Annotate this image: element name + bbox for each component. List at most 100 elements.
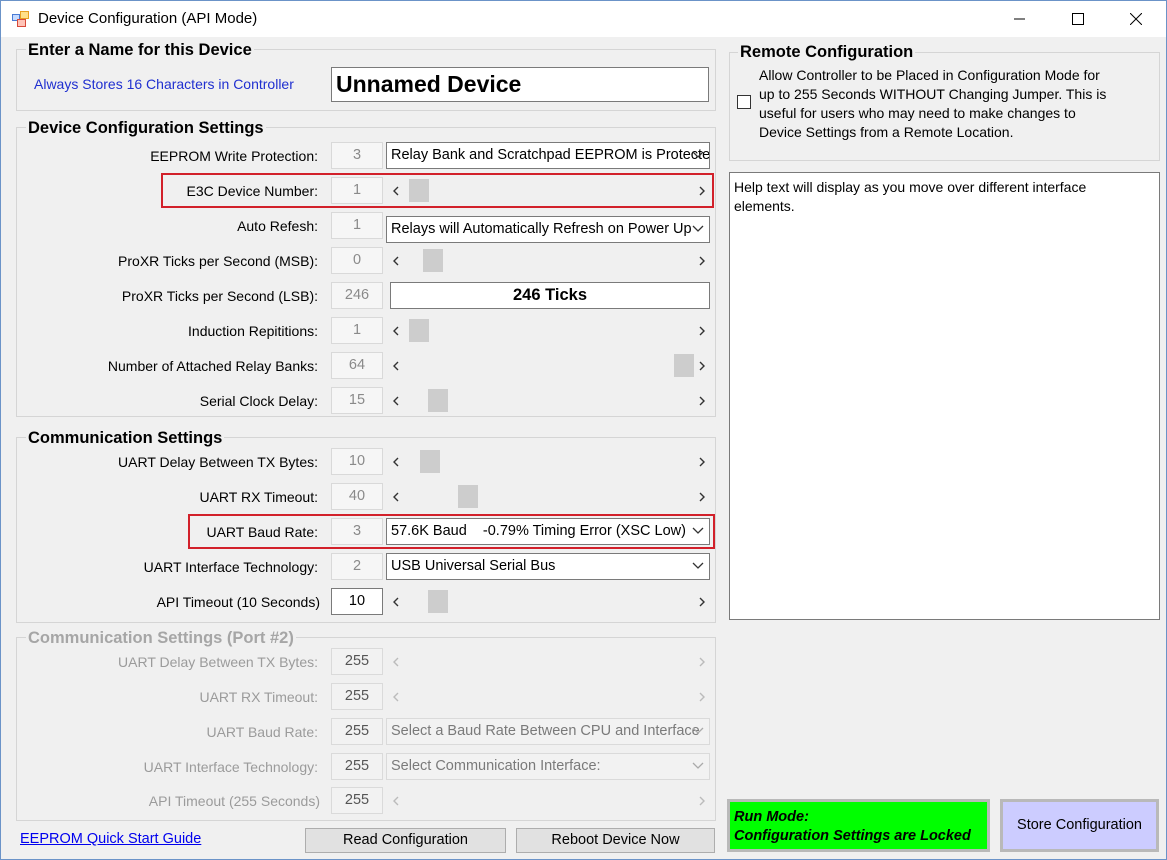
auto-refresh-value[interactable]: 1: [331, 212, 383, 239]
app-window-icon: [12, 11, 30, 27]
induction-repetitions-value[interactable]: 1: [331, 317, 383, 344]
chevron-right-icon: [694, 648, 710, 675]
chevron-right-icon[interactable]: [694, 588, 710, 615]
chevron-right-icon[interactable]: [694, 352, 710, 379]
store-configuration-button[interactable]: Store Configuration: [1000, 799, 1159, 852]
read-configuration-button[interactable]: Read Configuration: [305, 828, 506, 853]
relay-banks-label: Number of Attached Relay Banks:: [107, 358, 318, 374]
chevron-left-icon: [388, 683, 404, 710]
chevron-left-icon[interactable]: [388, 352, 404, 379]
chevron-right-icon[interactable]: [694, 177, 710, 204]
e3c-device-number-slider[interactable]: [388, 177, 710, 204]
proxr-ticks-msb-value[interactable]: 0: [331, 247, 383, 274]
remote-config-line-4: Device Settings from a Remote Location.: [759, 124, 1014, 140]
proxr-ticks-msb-label: ProXR Ticks per Second (MSB):: [118, 253, 318, 269]
chevron-left-icon[interactable]: [388, 247, 404, 274]
scroll-thumb[interactable]: [428, 590, 448, 613]
uart-rx-timeout-label: UART RX Timeout:: [199, 489, 318, 505]
uart-interface-technology-select[interactable]: USB Universal Serial Bus: [386, 553, 710, 580]
scroll-thumb[interactable]: [409, 179, 429, 202]
device-name-input[interactable]: Unnamed Device: [331, 67, 709, 102]
port2-uart-baud-rate-select: Select a Baud Rate Between CPU and Inter…: [386, 718, 710, 745]
remote-config-line-3: useful for users who may need to make ch…: [759, 105, 1076, 121]
device-config-group-title: Device Configuration Settings: [26, 118, 266, 138]
chevron-down-icon: [692, 151, 704, 158]
close-button[interactable]: [1107, 1, 1165, 37]
chevron-left-icon[interactable]: [388, 448, 404, 475]
uart-interface-technology-selected: USB Universal Serial Bus: [391, 558, 556, 574]
help-text-line-2: elements.: [734, 198, 795, 214]
chevron-left-icon[interactable]: [388, 317, 404, 344]
uart-rx-timeout-value[interactable]: 40: [331, 483, 383, 510]
uart-tx-delay-value[interactable]: 10: [331, 448, 383, 475]
port2-uart-baud-rate-value: 255: [331, 718, 383, 745]
maximize-button[interactable]: [1049, 1, 1107, 37]
chevron-right-icon: [694, 683, 710, 710]
ticks-display: 246 Ticks: [390, 282, 710, 309]
scroll-thumb[interactable]: [674, 354, 694, 377]
chevron-down-icon: [692, 727, 704, 734]
chevron-left-icon[interactable]: [388, 387, 404, 414]
relay-banks-slider[interactable]: [388, 352, 710, 379]
api-timeout-slider[interactable]: [388, 588, 710, 615]
chevron-left-icon[interactable]: [388, 483, 404, 510]
api-timeout-value[interactable]: 10: [331, 588, 383, 615]
help-text-line-1: Help text will display as you move over …: [734, 179, 1087, 195]
serial-clock-delay-value[interactable]: 15: [331, 387, 383, 414]
api-timeout-label: API Timeout (10 Seconds): [156, 594, 320, 610]
remote-config-checkbox[interactable]: [737, 95, 751, 109]
uart-tx-delay-slider[interactable]: [388, 448, 710, 475]
eeprom-write-protection-select[interactable]: Relay Bank and Scratchpad EEPROM is Prot…: [386, 142, 710, 169]
scroll-thumb[interactable]: [420, 450, 440, 473]
uart-baud-rate-select[interactable]: 57.6K Baud -0.79% Timing Error (XSC Low): [386, 518, 710, 545]
uart-baud-rate-value[interactable]: 3: [331, 518, 383, 545]
auto-refresh-select[interactable]: Relays will Automatically Refresh on Pow…: [386, 216, 710, 243]
uart-rx-timeout-slider[interactable]: [388, 483, 710, 510]
induction-repetitions-slider[interactable]: [388, 317, 710, 344]
scroll-thumb[interactable]: [428, 389, 448, 412]
chevron-right-icon[interactable]: [694, 387, 710, 414]
uart-interface-technology-value[interactable]: 2: [331, 553, 383, 580]
scroll-thumb[interactable]: [423, 249, 443, 272]
scroll-thumb[interactable]: [458, 485, 478, 508]
run-mode-line-1: Run Mode:: [734, 809, 809, 825]
remote-config-line-2: up to 255 Seconds WITHOUT Changing Jumpe…: [759, 86, 1107, 102]
auto-refresh-label: Auto Refesh:: [237, 218, 318, 234]
chevron-left-icon[interactable]: [388, 177, 404, 204]
port2-uart-interface-technology-select: Select Communication Interface:: [386, 753, 710, 780]
chevron-right-icon[interactable]: [694, 317, 710, 344]
chevron-right-icon[interactable]: [694, 247, 710, 274]
chevron-down-icon: [692, 562, 704, 569]
uart-baud-rate-selected: 57.6K Baud -0.79% Timing Error (XSC Low): [391, 523, 686, 539]
eeprom-quick-start-link[interactable]: EEPROM Quick Start Guide: [20, 831, 201, 847]
remote-config-description: Allow Controller to be Placed in Configu…: [759, 66, 1106, 142]
title-bar: Device Configuration (API Mode): [1, 1, 1166, 37]
relay-banks-value[interactable]: 64: [331, 352, 383, 379]
proxr-ticks-msb-slider[interactable]: [388, 247, 710, 274]
proxr-ticks-lsb-label: ProXR Ticks per Second (LSB):: [121, 288, 318, 304]
port2-uart-rx-timeout-label: UART RX Timeout:: [199, 689, 318, 705]
comm-settings-group-title: Communication Settings: [26, 428, 225, 448]
eeprom-write-protection-selected: Relay Bank and Scratchpad EEPROM is Prot…: [391, 147, 710, 163]
reboot-device-button[interactable]: Reboot Device Now: [516, 828, 715, 853]
port2-uart-tx-delay-slider: [388, 648, 710, 675]
induction-repetitions-label: Induction Repititions:: [188, 323, 318, 339]
serial-clock-delay-slider[interactable]: [388, 387, 710, 414]
chevron-right-icon[interactable]: [694, 483, 710, 510]
chevron-right-icon[interactable]: [694, 448, 710, 475]
comm-settings-port2-group-title: Communication Settings (Port #2): [26, 628, 296, 648]
scroll-thumb[interactable]: [409, 319, 429, 342]
port2-uart-interface-technology-selected: Select Communication Interface:: [391, 758, 601, 774]
chevron-down-icon: [692, 762, 704, 769]
chevron-down-icon: [692, 225, 704, 232]
minimize-button[interactable]: [991, 1, 1049, 37]
chevron-left-icon[interactable]: [388, 588, 404, 615]
chevron-left-icon: [388, 787, 404, 814]
port2-uart-interface-technology-value: 255: [331, 753, 383, 780]
port2-api-timeout-value: 255: [331, 787, 383, 814]
uart-tx-delay-label: UART Delay Between TX Bytes:: [118, 454, 318, 470]
proxr-ticks-lsb-value[interactable]: 246: [331, 282, 383, 309]
eeprom-write-protection-value[interactable]: 3: [331, 142, 383, 169]
e3c-device-number-value[interactable]: 1: [331, 177, 383, 204]
auto-refresh-selected: Relays will Automatically Refresh on Pow…: [391, 221, 692, 237]
